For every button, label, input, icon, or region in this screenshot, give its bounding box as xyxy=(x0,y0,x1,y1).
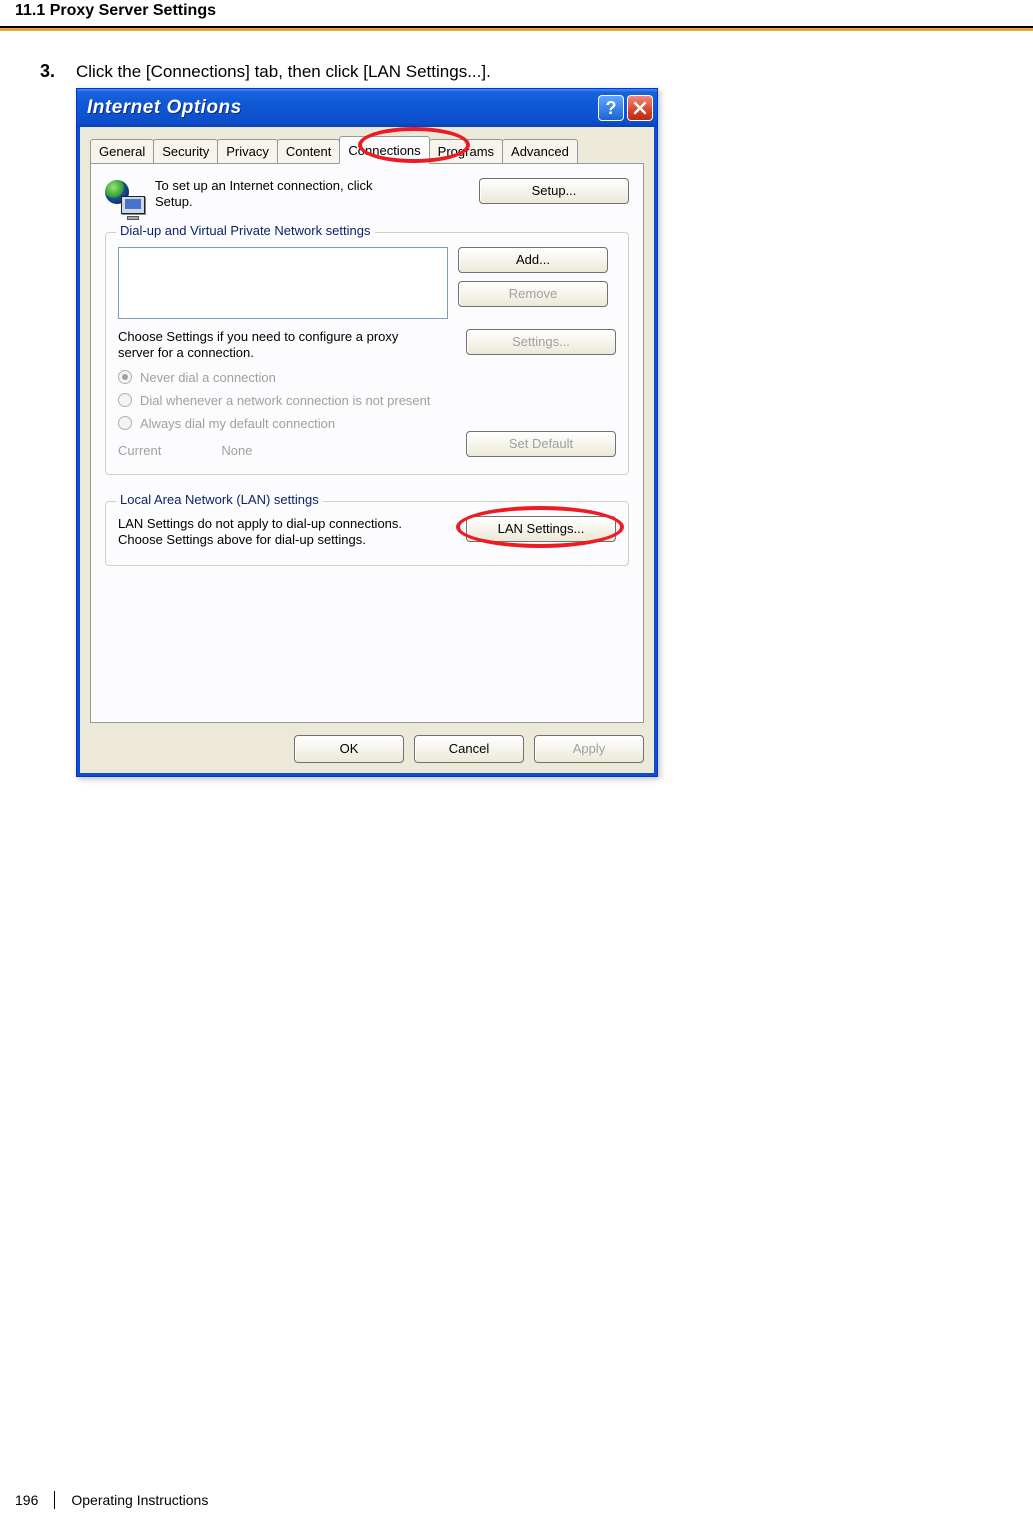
dialog-title: Internet Options xyxy=(87,97,595,119)
radio-never-dial[interactable]: Never dial a connection xyxy=(118,370,616,385)
current-value: None xyxy=(221,443,252,458)
tab-security[interactable]: Security xyxy=(153,139,218,163)
dialog-body: General Security Privacy Content Connect… xyxy=(77,127,657,776)
radio-whenever-label: Dial whenever a network connection is no… xyxy=(140,393,431,408)
page-number: 196 xyxy=(15,1492,38,1508)
setup-row: To set up an Internet connection, click … xyxy=(105,178,629,220)
set-default-button[interactable]: Set Default xyxy=(466,431,616,457)
tab-strip: General Security Privacy Content Connect… xyxy=(90,135,644,163)
step-number: 3. xyxy=(40,61,64,82)
tab-content-connections: To set up an Internet connection, click … xyxy=(90,163,644,723)
dialup-connection-list[interactable] xyxy=(118,247,448,319)
choose-text-line2: server for a connection. xyxy=(118,345,254,360)
document-page: 11.1 Proxy Server Settings 3. Click the … xyxy=(0,0,1033,1535)
tab-general[interactable]: General xyxy=(90,139,154,163)
setup-text-line2: Setup. xyxy=(155,194,193,209)
divider-accent xyxy=(0,28,1033,31)
monitor-base-icon xyxy=(127,216,139,220)
connection-icon xyxy=(105,180,145,220)
dialup-groupbox: Dial-up and Virtual Private Network sett… xyxy=(105,232,629,475)
internet-options-dialog: Internet Options ? General Security Priv… xyxy=(76,88,658,777)
setup-text-line1: To set up an Internet connection, click xyxy=(155,178,373,193)
ok-button[interactable]: OK xyxy=(294,735,404,763)
setup-text: To set up an Internet connection, click … xyxy=(155,178,469,211)
close-button[interactable] xyxy=(627,95,653,121)
dialup-group-title: Dial-up and Virtual Private Network sett… xyxy=(116,223,375,238)
add-button[interactable]: Add... xyxy=(458,247,608,273)
lan-groupbox: Local Area Network (LAN) settings LAN Se… xyxy=(105,501,629,567)
footer-separator xyxy=(54,1491,55,1509)
lan-settings-button[interactable]: LAN Settings... xyxy=(466,516,616,542)
section-title: 11.1 Proxy Server Settings xyxy=(0,0,1033,22)
dialog-wrapper: Internet Options ? General Security Priv… xyxy=(76,88,1033,777)
step-instruction: Click the [Connections] tab, then click … xyxy=(76,61,491,82)
lan-text-line1: LAN Settings do not apply to dial-up con… xyxy=(118,516,402,531)
radio-icon xyxy=(118,370,132,384)
dialog-titlebar[interactable]: Internet Options ? xyxy=(77,89,657,127)
tab-privacy[interactable]: Privacy xyxy=(217,139,278,163)
tab-programs[interactable]: Programs xyxy=(429,139,503,163)
page-footer: 196 Operating Instructions xyxy=(15,1491,208,1509)
tab-content[interactable]: Content xyxy=(277,139,341,163)
radio-never-label: Never dial a connection xyxy=(140,370,276,385)
settings-button[interactable]: Settings... xyxy=(466,329,616,355)
tab-advanced[interactable]: Advanced xyxy=(502,139,578,163)
cancel-button[interactable]: Cancel xyxy=(414,735,524,763)
dialog-footer: OK Cancel Apply xyxy=(90,735,644,763)
radio-dial-whenever[interactable]: Dial whenever a network connection is no… xyxy=(118,393,616,408)
remove-button[interactable]: Remove xyxy=(458,281,608,307)
choose-text-line1: Choose Settings if you need to configure… xyxy=(118,329,398,344)
help-button[interactable]: ? xyxy=(598,95,624,121)
radio-always-dial[interactable]: Always dial my default connection xyxy=(118,416,616,431)
step-row: 3. Click the [Connections] tab, then cli… xyxy=(0,61,1033,82)
radio-icon xyxy=(118,393,132,407)
radio-always-label: Always dial my default connection xyxy=(140,416,335,431)
radio-icon xyxy=(118,416,132,430)
apply-button[interactable]: Apply xyxy=(534,735,644,763)
setup-button[interactable]: Setup... xyxy=(479,178,629,204)
footer-doc-title: Operating Instructions xyxy=(71,1492,208,1508)
lan-group-title: Local Area Network (LAN) settings xyxy=(116,492,323,507)
lan-text-line2: Choose Settings above for dial-up settin… xyxy=(118,532,366,547)
monitor-icon xyxy=(121,196,145,214)
close-icon xyxy=(633,101,647,115)
tab-connections[interactable]: Connections xyxy=(339,136,429,164)
current-label: Current xyxy=(118,443,161,458)
